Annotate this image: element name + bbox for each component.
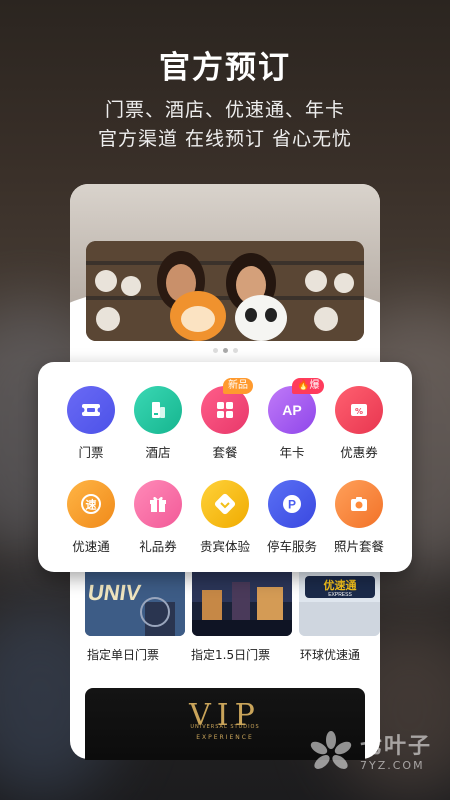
service-coupon[interactable]: % 优惠券 xyxy=(324,386,394,461)
hotel-icon xyxy=(134,386,182,434)
express-icon: 速 xyxy=(67,480,115,528)
service-label: 酒店 xyxy=(145,445,171,460)
parking-icon: P xyxy=(268,480,316,528)
service-parking[interactable]: P 停车服务 xyxy=(257,480,327,555)
banner-carousel[interactable] xyxy=(86,241,364,341)
carousel-indicator xyxy=(70,348,380,353)
service-label: 优惠券 xyxy=(340,445,378,460)
tile-label-express[interactable]: 环球优速通 xyxy=(300,646,360,663)
tile-label-single-day[interactable]: 指定单日门票 xyxy=(87,646,159,663)
tile-universal-express[interactable]: 优速通 EXPRESS xyxy=(299,572,380,636)
express-icon-text: 速 xyxy=(86,498,97,512)
hero-title: 官方预订 xyxy=(159,50,291,86)
service-label: 贵宾体验 xyxy=(199,539,250,554)
tile-1.5-day-ticket[interactable] xyxy=(192,572,292,636)
leaf-logo-icon xyxy=(310,731,352,769)
tile-label-1.5-day[interactable]: 指定1.5日门票 xyxy=(191,646,270,663)
service-label: 优速通 xyxy=(72,539,110,554)
tile-sign-express-cn: 优速通 xyxy=(324,578,357,592)
service-vip-experience[interactable]: 贵宾体验 xyxy=(190,480,260,555)
hot-badge-label: 爆 xyxy=(309,380,320,391)
service-label: 停车服务 xyxy=(266,539,317,554)
tile-sign-univ: UNIV xyxy=(86,580,142,605)
service-annual-pass[interactable]: AP 🔥爆 年卡 xyxy=(257,378,327,461)
coupon-icon: % xyxy=(335,386,383,434)
service-label: 套餐 xyxy=(212,445,238,460)
service-label: 礼品券 xyxy=(139,539,177,554)
svg-text:%: % xyxy=(355,407,363,416)
ticket-icon xyxy=(67,386,115,434)
hero-subtitle: 门票、酒店、优速通、年卡 官方渠道 在线预订 省心无忧 xyxy=(0,96,450,154)
service-hotel[interactable]: 酒店 xyxy=(123,386,193,461)
services-grid: 门票 酒店 新品 套餐 AP 🔥爆 年卡 % 优惠券 速 优速通 礼品券 贵宾体… xyxy=(38,362,412,572)
tile-single-day-ticket[interactable]: UNIV xyxy=(85,572,185,636)
vip-diamond-icon xyxy=(201,480,249,528)
hero-subtitle-line1: 门票、酒店、优速通、年卡 xyxy=(104,99,345,121)
parking-icon-text: P xyxy=(288,498,296,512)
product-tiles: UNIV 优速通 EXPRESS xyxy=(85,572,380,636)
hero-subtitle-line2: 官方渠道 在线预订 省心无忧 xyxy=(97,128,353,150)
service-label: 年卡 xyxy=(279,445,305,460)
watermark-en: 7YZ.COM xyxy=(359,758,425,772)
service-package[interactable]: 新品 套餐 xyxy=(190,378,260,461)
vip-brand: UNIVERSAL STUDIOS xyxy=(190,724,260,730)
gift-icon xyxy=(134,480,182,528)
annual-pass-icon-text: AP xyxy=(282,402,301,418)
tile-sign-express-en: EXPRESS xyxy=(328,592,352,598)
hot-badge: 🔥爆 xyxy=(292,378,325,394)
vip-sub: EXPERIENCE xyxy=(196,734,254,741)
package-icon: 新品 xyxy=(201,378,253,434)
camera-icon xyxy=(335,480,383,528)
service-label: 门票 xyxy=(78,445,104,460)
service-express[interactable]: 速 优速通 xyxy=(56,480,126,555)
new-badge: 新品 xyxy=(223,378,253,394)
watermark: 七叶子 7YZ.COM xyxy=(308,730,432,776)
service-photo-package[interactable]: 照片套餐 xyxy=(324,480,394,555)
annual-pass-icon: AP 🔥爆 xyxy=(268,378,325,434)
service-label: 照片套餐 xyxy=(333,539,384,554)
service-gift-voucher[interactable]: 礼品券 xyxy=(123,480,193,555)
watermark-cn: 七叶子 xyxy=(359,733,432,759)
service-tickets[interactable]: 门票 xyxy=(56,386,126,461)
